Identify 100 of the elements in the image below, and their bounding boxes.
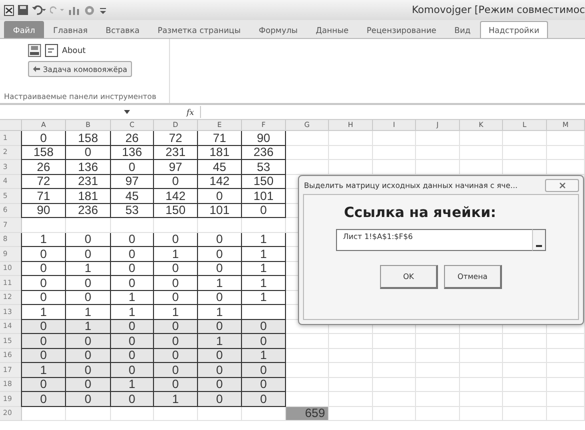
table-cell: 0 — [197, 348, 242, 363]
table-cell: 0 — [21, 247, 66, 262]
table-cell: 1 — [110, 378, 154, 392]
table-cell: 1 — [21, 363, 66, 378]
ribbon-tab[interactable]: Разметка страницы — [148, 21, 250, 38]
table-cell: 0 — [241, 320, 286, 334]
table-cell: 0 — [153, 320, 198, 334]
table-cell: 0 — [110, 232, 154, 247]
table-cell: 1 — [153, 392, 198, 406]
table-cell: 0 — [21, 276, 66, 290]
table-cell: 0 — [153, 348, 198, 363]
table-cell: 0 — [65, 276, 111, 290]
table-cell: 0 — [241, 378, 286, 392]
table-cell: 1 — [241, 247, 286, 262]
table-cell: 26 — [110, 131, 154, 146]
table-cell: 181 — [197, 146, 242, 160]
table-cell: 0 — [21, 348, 66, 363]
table-cell: 142 — [197, 174, 242, 189]
table-cell: 0 — [197, 247, 242, 262]
table-cell: 0 — [241, 334, 286, 348]
table-cell: 1 — [241, 232, 286, 247]
table-cell: 0 — [241, 392, 286, 406]
table-cell: 1 — [153, 305, 198, 320]
ribbon-tab[interactable]: Вид — [445, 21, 480, 38]
table-cell: 1 — [241, 290, 286, 305]
table-cell: 0 — [110, 276, 154, 290]
table-cell: 231 — [65, 174, 111, 189]
table-cell: 0 — [197, 320, 242, 334]
table-cell: 0 — [197, 392, 242, 406]
table-cell: 1 — [197, 276, 242, 290]
table-cell: 26 — [21, 160, 66, 174]
table-cell: 1 — [153, 247, 198, 262]
table-cell: 0 — [197, 290, 242, 305]
table-cell: 0 — [65, 392, 111, 406]
table-cell: 0 — [21, 378, 66, 392]
table-cell: 1 — [65, 262, 111, 276]
table-cell: 1 — [65, 305, 111, 320]
table-cell: 0 — [65, 348, 111, 363]
table-cell: 0 — [110, 363, 154, 378]
table-cell: 0 — [110, 262, 154, 276]
ribbon-tab[interactable]: Данные — [306, 21, 358, 38]
table-cell: 90 — [21, 204, 66, 218]
table-cell: 97 — [110, 174, 154, 189]
about-label: About — [62, 46, 86, 54]
table-cell: 72 — [153, 131, 198, 146]
table-cell: 0 — [21, 131, 66, 146]
table-cell: 136 — [110, 146, 154, 160]
table-cell: 0 — [65, 247, 111, 262]
table-cell: 0 — [65, 146, 111, 160]
table-cell: 1 — [110, 290, 154, 305]
table-cell: 0 — [21, 392, 66, 406]
table-cell: 0 — [21, 320, 66, 334]
table-cell: 53 — [241, 160, 286, 174]
table-cell: 0 — [197, 232, 242, 247]
ribbon-tab[interactable]: Рецензирование — [358, 21, 446, 38]
table-cell: 45 — [110, 189, 154, 204]
table-cell: 71 — [21, 189, 66, 204]
table-cell: 0 — [241, 363, 286, 378]
table-cell: 0 — [197, 363, 242, 378]
selected-cell: 659 — [286, 406, 329, 421]
table-cell: 0 — [65, 232, 111, 247]
table-cell: 1 — [110, 305, 154, 320]
table-cell: 1 — [197, 305, 242, 320]
table-cell: 181 — [65, 189, 111, 204]
fx-label[interactable]: fx — [186, 108, 194, 116]
table-cell: 0 — [197, 378, 242, 392]
table-cell: 97 — [153, 160, 198, 174]
table-cell: 0 — [153, 276, 198, 290]
table-cell: 72 — [21, 174, 66, 189]
table-cell: 0 — [110, 348, 154, 363]
table-cell: 0 — [153, 232, 198, 247]
table-cell: 0 — [153, 262, 198, 276]
table-cell: 1 — [21, 232, 66, 247]
table-cell: 158 — [65, 131, 111, 146]
table-cell: 0 — [197, 189, 242, 204]
table-cell: 0 — [153, 290, 198, 305]
table-cell: 0 — [153, 334, 198, 348]
table-cell: 236 — [241, 146, 286, 160]
table-cell: 71 — [197, 131, 242, 146]
table-cell: 1 — [197, 334, 242, 348]
table-cell: 0 — [153, 378, 198, 392]
table-cell: 0 — [110, 334, 154, 348]
ribbon-tab[interactable]: Надстройки — [480, 21, 548, 38]
table-cell: 0 — [110, 320, 154, 334]
ribbon-tab[interactable]: Вставка — [96, 21, 149, 38]
table-cell: 0 — [110, 392, 154, 406]
table-cell: 1 — [241, 348, 286, 363]
ribbon-tab[interactable]: Главная — [44, 21, 97, 38]
ribbon-tab[interactable]: Файл — [4, 21, 44, 38]
dialog-heading: Ссылка на ячейки: — [344, 205, 496, 221]
table-cell: 53 — [110, 204, 154, 218]
table-cell: 231 — [153, 146, 198, 160]
table-cell: 0 — [65, 378, 111, 392]
table-cell: 0 — [197, 262, 242, 276]
table-cell: 0 — [21, 334, 66, 348]
table-cell: 0 — [65, 334, 111, 348]
table-cell: 0 — [110, 160, 154, 174]
table-cell: 90 — [241, 131, 286, 146]
ribbon-tab[interactable]: Формулы — [250, 21, 307, 38]
table-cell: 0 — [153, 174, 198, 189]
